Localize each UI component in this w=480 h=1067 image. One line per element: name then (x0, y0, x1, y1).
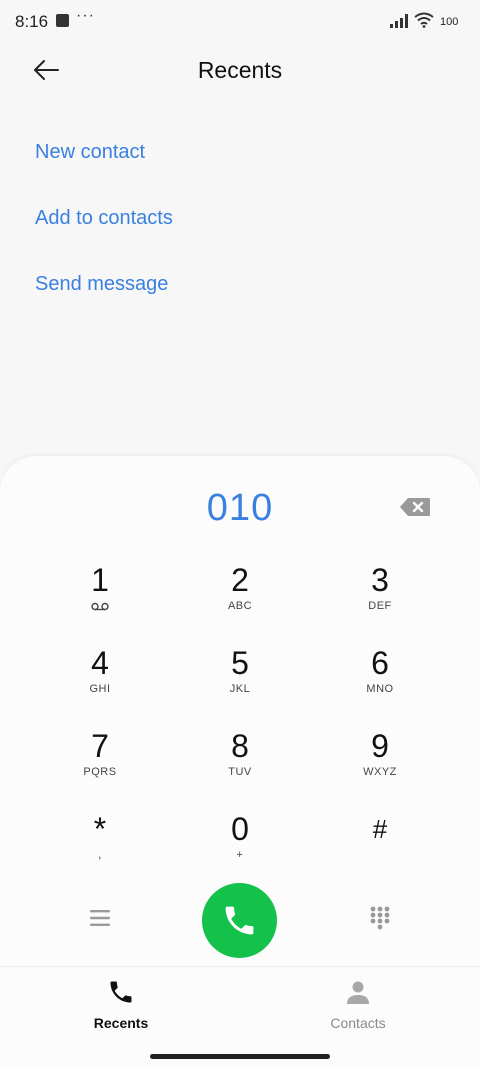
key-9[interactable]: 9 WXYZ (320, 728, 440, 798)
dialpad-icon (370, 906, 390, 930)
send-message-link[interactable]: Send message (35, 273, 168, 296)
key-digit: 3 (371, 562, 389, 598)
key-letters: ABC (227, 600, 253, 612)
key-digit: * (93, 811, 107, 847)
call-button[interactable] (202, 883, 277, 958)
key-3[interactable]: 3 DEF (320, 562, 440, 632)
key-letters: PQRS (83, 766, 117, 778)
dialpad-toggle-button[interactable] (369, 905, 391, 936)
key-letters: WXYZ (363, 766, 397, 778)
key-digit: 7 (91, 728, 109, 764)
more-notifications-indicator: ··· (76, 7, 95, 24)
key-1[interactable]: 1 (40, 562, 160, 632)
notification-icon (56, 14, 69, 27)
tab-recents[interactable]: Recents (61, 978, 181, 1031)
add-to-contacts-link[interactable]: Add to contacts (35, 207, 173, 230)
key-letters: GHI (89, 683, 111, 695)
key-digit: # (372, 814, 388, 844)
voicemail-icon (91, 602, 109, 611)
battery-level: 100 (440, 16, 459, 28)
home-indicator[interactable] (150, 1054, 330, 1059)
key-8[interactable]: 8 TUV (180, 728, 300, 798)
key-digit: 4 (91, 645, 109, 681)
key-6[interactable]: 6 MNO (320, 645, 440, 715)
key-digit: 1 (91, 562, 109, 598)
key-digit: 8 (231, 728, 249, 764)
key-letters: DEF (368, 600, 392, 612)
tab-contacts-label: Contacts (330, 1015, 386, 1031)
menu-button[interactable] (86, 906, 114, 935)
status-time: 8:16 (15, 12, 49, 31)
key-7[interactable]: 7 PQRS (40, 728, 160, 798)
key-hash[interactable]: # (320, 811, 440, 881)
backspace-button[interactable] (399, 497, 431, 522)
backspace-icon (400, 498, 430, 516)
key-digit: 9 (371, 728, 389, 764)
key-2[interactable]: 2 ABC (180, 562, 300, 632)
key-4[interactable]: 4 GHI (40, 645, 160, 715)
key-letters: + (236, 849, 244, 861)
hamburger-menu-icon (90, 910, 110, 926)
person-icon (347, 981, 369, 1004)
key-5[interactable]: 5 JKL (180, 645, 300, 715)
key-digit: 5 (231, 645, 249, 681)
bottom-nav-divider (0, 966, 480, 967)
key-digit: 6 (371, 645, 389, 681)
page-title: Recents (197, 57, 283, 83)
key-letters: JKL (229, 683, 251, 695)
tab-contacts[interactable]: Contacts (298, 978, 418, 1031)
key-0[interactable]: 0 + (180, 811, 300, 881)
wifi-icon (414, 12, 434, 28)
status-bar: 8:16 ··· 100 (0, 0, 480, 44)
key-letters: MNO (366, 683, 394, 695)
phone-icon (225, 906, 254, 935)
signal-icon (390, 14, 408, 28)
key-letters: , (98, 849, 102, 861)
new-contact-link[interactable]: New contact (35, 141, 145, 164)
tab-recents-label: Recents (93, 1015, 149, 1031)
key-star[interactable]: * , (40, 811, 160, 881)
key-digit: 2 (231, 562, 249, 598)
phone-icon (110, 981, 132, 1003)
key-letters: TUV (228, 766, 252, 778)
key-digit: 0 (231, 811, 249, 847)
